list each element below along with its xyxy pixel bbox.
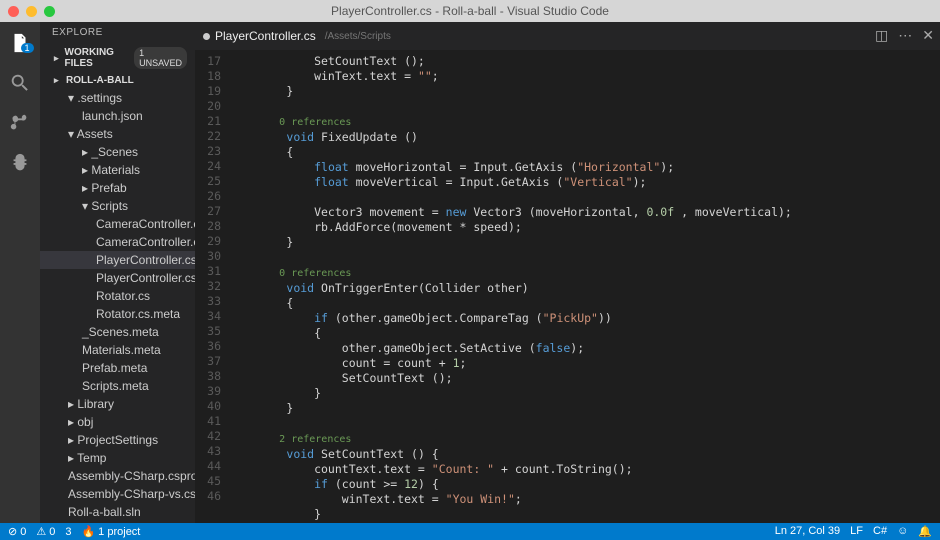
status-eol[interactable]: LF bbox=[850, 525, 863, 538]
zoom-window-button[interactable] bbox=[44, 6, 55, 17]
file-item[interactable]: PlayerController.cs bbox=[40, 251, 195, 269]
folder-item[interactable]: ▸ Prefab bbox=[40, 179, 195, 197]
window-titlebar: PlayerController.cs - Roll-a-ball - Visu… bbox=[0, 0, 940, 22]
status-warnings[interactable]: ⚠ 0 bbox=[36, 525, 55, 538]
explorer-badge: 1 bbox=[21, 43, 34, 53]
file-item[interactable]: Materials.meta bbox=[40, 341, 195, 359]
status-cursor[interactable]: Ln 27, Col 39 bbox=[775, 525, 840, 538]
source-control-icon[interactable] bbox=[9, 112, 31, 134]
file-item[interactable]: CameraController.cs.meta bbox=[40, 233, 195, 251]
split-editor-icon[interactable]: ◫ bbox=[875, 27, 888, 44]
file-item[interactable]: PlayerController.cs.meta bbox=[40, 269, 195, 287]
search-icon[interactable] bbox=[9, 72, 31, 94]
close-editor-icon[interactable]: ✕ bbox=[922, 27, 934, 44]
unsaved-dot-icon bbox=[203, 33, 210, 40]
activity-bar: 1 bbox=[0, 22, 40, 523]
file-item[interactable]: _Scenes.meta bbox=[40, 323, 195, 341]
folder-item[interactable]: ▸ Library bbox=[40, 395, 195, 413]
file-item[interactable]: Roll-a-ball.userprefs bbox=[40, 521, 195, 523]
file-item[interactable]: launch.json bbox=[40, 107, 195, 125]
debug-icon[interactable] bbox=[9, 152, 31, 174]
status-info[interactable]: 3 bbox=[65, 526, 71, 538]
status-feedback-icon[interactable]: ☺ bbox=[897, 525, 908, 538]
file-item[interactable]: Prefab.meta bbox=[40, 359, 195, 377]
file-item[interactable]: Roll-a-ball.sln bbox=[40, 503, 195, 521]
file-item[interactable]: CameraController.cs bbox=[40, 215, 195, 233]
code-area[interactable]: 17 18 19 20 21 22 23 24 25 26 27 28 29 3… bbox=[195, 50, 940, 523]
editor: PlayerController.cs /Assets/Scripts ◫ ⋯ … bbox=[195, 22, 940, 523]
file-item[interactable]: Assembly-CSharp.csproj bbox=[40, 467, 195, 485]
folder-item[interactable]: ▾ Assets bbox=[40, 125, 195, 143]
sidebar-title: EXPLORE bbox=[40, 22, 195, 44]
status-project[interactable]: 🔥 1 project bbox=[81, 525, 140, 538]
line-numbers: 17 18 19 20 21 22 23 24 25 26 27 28 29 3… bbox=[195, 54, 231, 523]
folder-item[interactable]: ▸ ProjectSettings bbox=[40, 431, 195, 449]
tab-playercontroller[interactable]: PlayerController.cs /Assets/Scripts bbox=[203, 29, 391, 43]
more-icon[interactable]: ⋯ bbox=[898, 27, 912, 44]
tab-label: PlayerController.cs bbox=[215, 29, 316, 43]
folder-item[interactable]: ▾ .settings bbox=[40, 89, 195, 107]
folder-item[interactable]: ▸ _Scenes bbox=[40, 143, 195, 161]
close-window-button[interactable] bbox=[8, 6, 19, 17]
folder-item[interactable]: ▸ obj bbox=[40, 413, 195, 431]
file-item[interactable]: Rotator.cs.meta bbox=[40, 305, 195, 323]
sidebar: EXPLORE ▸WORKING FILES1 UNSAVED▸ROLL-A-B… bbox=[40, 22, 195, 523]
folder-item[interactable]: ▸ Temp bbox=[40, 449, 195, 467]
folder-item[interactable]: ▾ Scripts bbox=[40, 197, 195, 215]
window-controls bbox=[0, 6, 55, 17]
tab-bar: PlayerController.cs /Assets/Scripts ◫ ⋯ … bbox=[195, 22, 940, 50]
explorer-icon[interactable]: 1 bbox=[9, 32, 31, 54]
editor-actions: ◫ ⋯ ✕ bbox=[875, 27, 934, 44]
window-title: PlayerController.cs - Roll-a-ball - Visu… bbox=[331, 4, 609, 18]
minimize-window-button[interactable] bbox=[26, 6, 37, 17]
status-bell-icon[interactable]: 🔔 bbox=[918, 525, 932, 538]
file-tree: ▾ .settingslaunch.json▾ Assets▸ _Scenes▸… bbox=[40, 89, 195, 523]
status-errors[interactable]: ⊘ 0 bbox=[8, 525, 26, 538]
file-item[interactable]: Scripts.meta bbox=[40, 377, 195, 395]
sidebar-section[interactable]: ▸WORKING FILES1 UNSAVED bbox=[40, 44, 195, 72]
sidebar-section[interactable]: ▸ROLL-A-BALL bbox=[40, 72, 195, 89]
status-bar: ⊘ 0 ⚠ 0 3 🔥 1 project Ln 27, Col 39 LF C… bbox=[0, 523, 940, 540]
file-item[interactable]: Assembly-CSharp-vs.csproj bbox=[40, 485, 195, 503]
code-lines[interactable]: SetCountText (); winText.text = ""; } 0 … bbox=[231, 54, 940, 523]
file-item[interactable]: Rotator.cs bbox=[40, 287, 195, 305]
tab-path: /Assets/Scripts bbox=[325, 31, 391, 42]
status-language[interactable]: C# bbox=[873, 525, 887, 538]
folder-item[interactable]: ▸ Materials bbox=[40, 161, 195, 179]
